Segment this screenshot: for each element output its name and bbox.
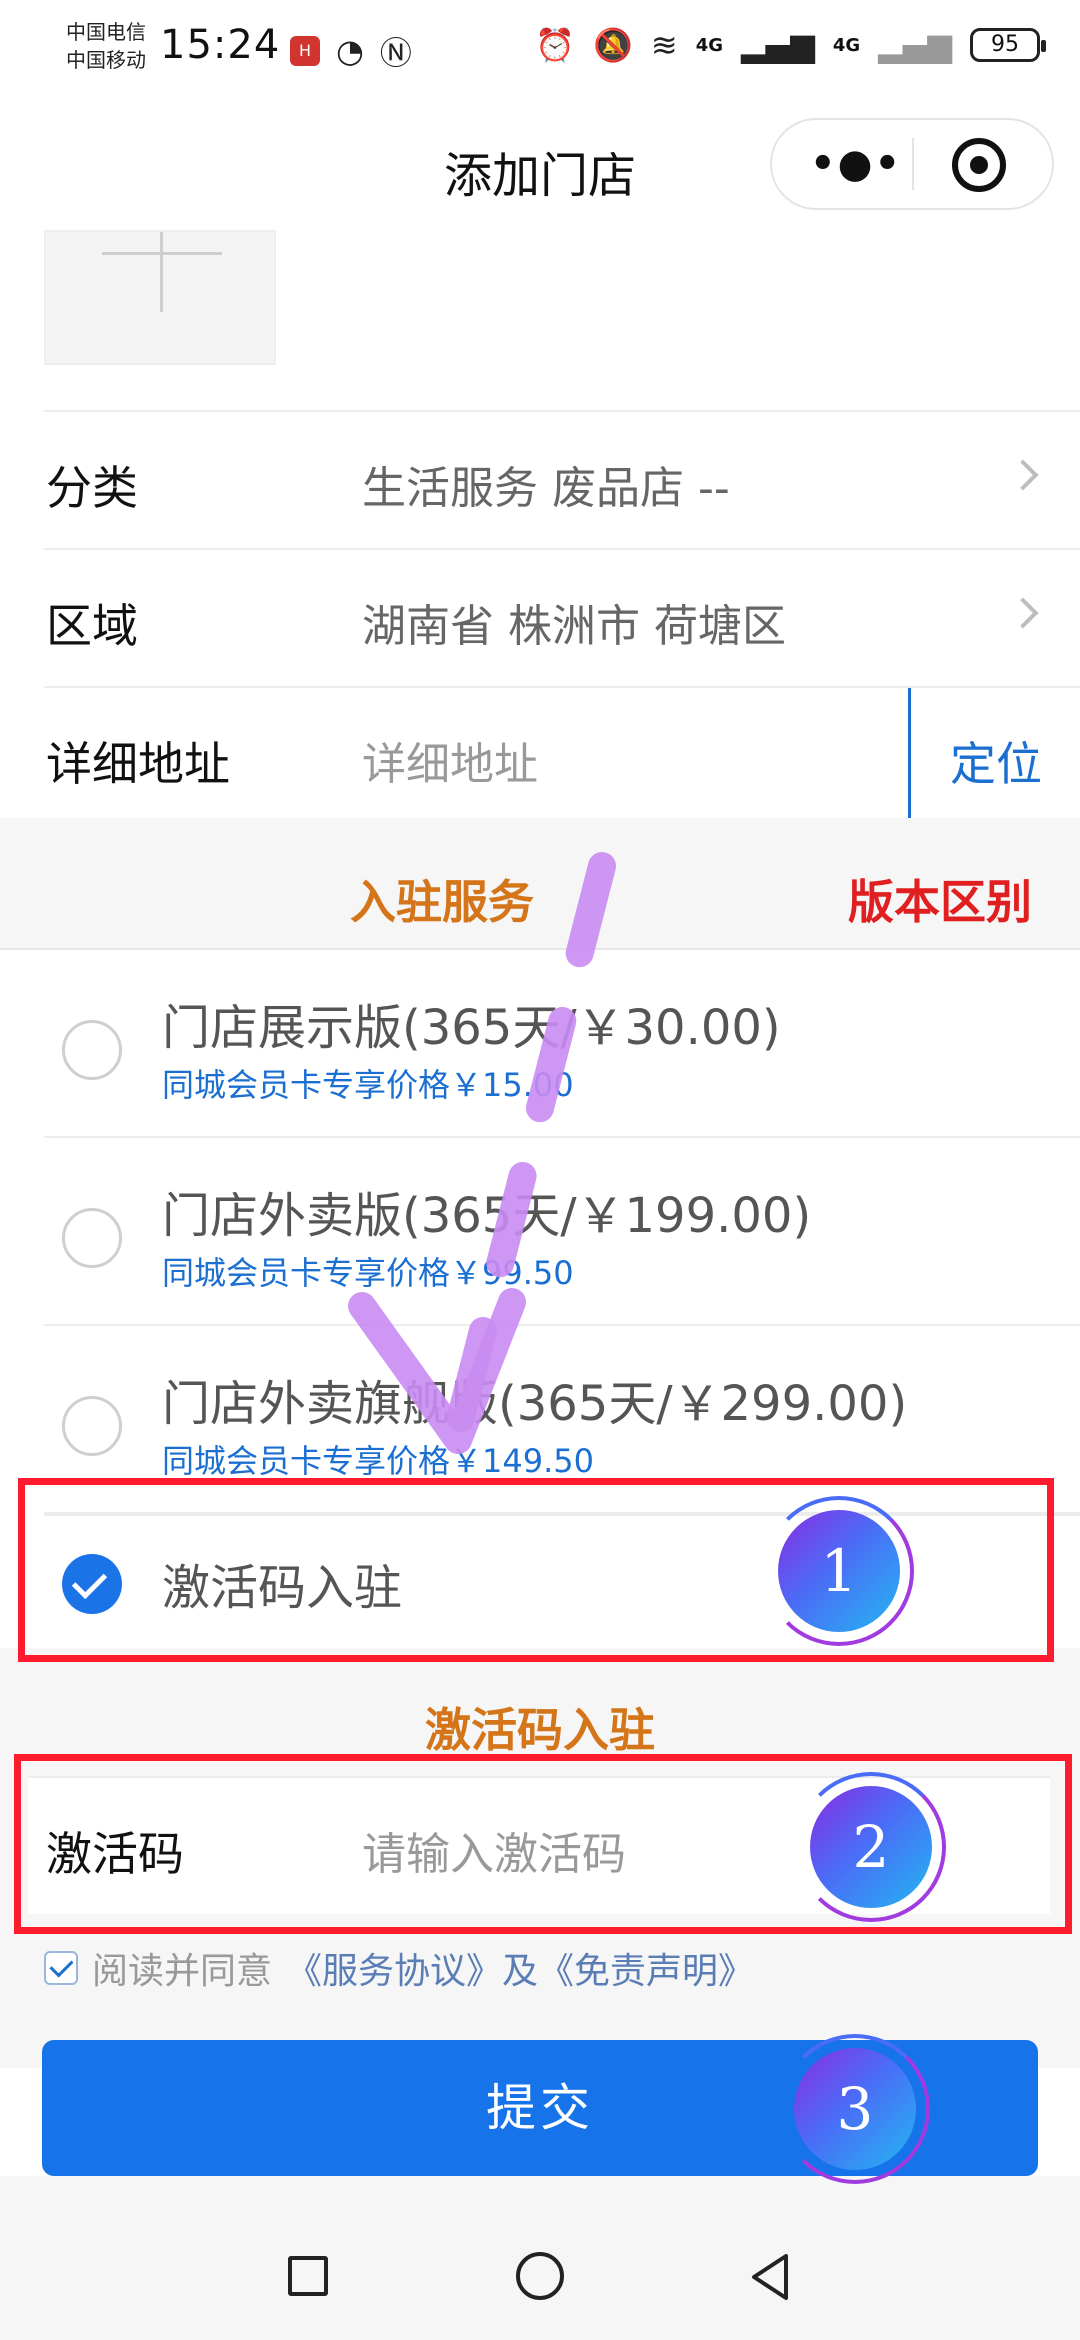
annotation-arrow <box>348 852 616 1454</box>
